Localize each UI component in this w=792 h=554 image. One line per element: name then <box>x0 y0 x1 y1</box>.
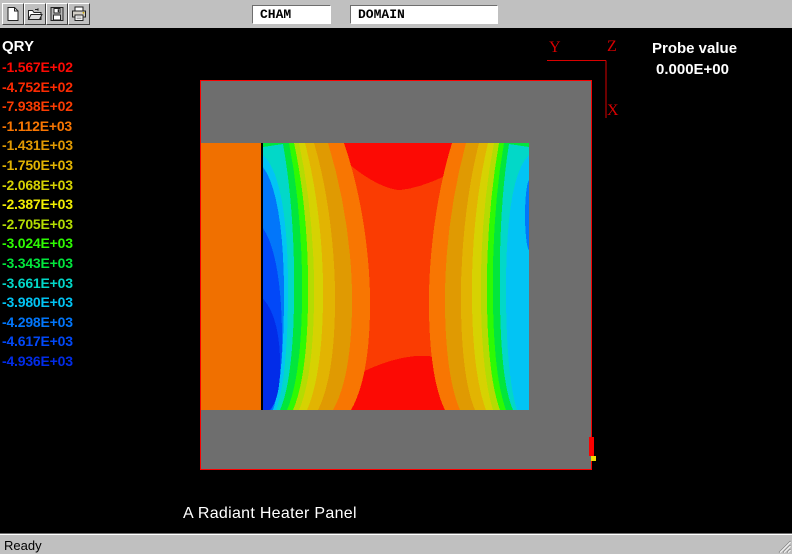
toolbar <box>0 0 792 29</box>
legend-list: -1.567E+02-4.752E+02-7.938E+02-1.112E+03… <box>2 58 112 372</box>
probe-marker-tip <box>591 456 596 461</box>
resize-grip-icon[interactable] <box>778 540 791 553</box>
status-text: Ready <box>4 538 42 553</box>
plot-caption: A Radiant Heater Panel <box>183 505 357 523</box>
heater-strip <box>201 143 261 410</box>
open-folder-icon <box>27 6 43 22</box>
legend-value: -3.343E+03 <box>2 254 112 274</box>
save-icon <box>49 6 65 22</box>
domain-region <box>200 80 592 470</box>
open-folder-button[interactable] <box>24 3 46 25</box>
legend: QRY -1.567E+02-4.752E+02-7.938E+02-1.112… <box>2 38 112 372</box>
legend-value: -1.750E+03 <box>2 156 112 176</box>
legend-value: -3.980E+03 <box>2 293 112 313</box>
legend-value: -4.298E+03 <box>2 313 112 333</box>
print-icon <box>71 6 87 22</box>
probe-readout: Probe value 0.000E+00 <box>652 38 772 80</box>
legend-value: -1.431E+03 <box>2 136 112 156</box>
new-file-button[interactable] <box>2 3 24 25</box>
print-button[interactable] <box>68 3 90 25</box>
legend-value: -3.661E+03 <box>2 274 112 294</box>
x-axis-label: X <box>607 102 619 119</box>
legend-value: -7.938E+02 <box>2 97 112 117</box>
contour-plot[interactable] <box>263 143 529 410</box>
legend-value: -3.024E+03 <box>2 234 112 254</box>
legend-value: -4.617E+03 <box>2 332 112 352</box>
probe-value: 0.000E+00 <box>652 59 772 80</box>
z-axis-label: Z <box>607 38 617 55</box>
domain-input[interactable] <box>350 5 498 24</box>
y-axis-label: Y <box>549 39 561 56</box>
legend-value: -4.936E+03 <box>2 352 112 372</box>
legend-value: -2.068E+03 <box>2 176 112 196</box>
legend-value: -1.567E+02 <box>2 58 112 78</box>
legend-title: QRY <box>2 38 112 58</box>
legend-value: -2.387E+03 <box>2 195 112 215</box>
status-bar: Ready <box>0 533 792 554</box>
probe-marker <box>589 437 594 456</box>
status-bar-inner: Ready <box>0 534 792 554</box>
legend-value: -2.705E+03 <box>2 215 112 235</box>
application-window: QRY -1.567E+02-4.752E+02-7.938E+02-1.112… <box>0 0 792 554</box>
new-file-icon <box>5 6 21 22</box>
cham-input[interactable] <box>252 5 331 24</box>
probe-label: Probe value <box>652 38 772 59</box>
legend-value: -4.752E+02 <box>2 78 112 98</box>
legend-value: -1.112E+03 <box>2 117 112 137</box>
save-button[interactable] <box>46 3 68 25</box>
